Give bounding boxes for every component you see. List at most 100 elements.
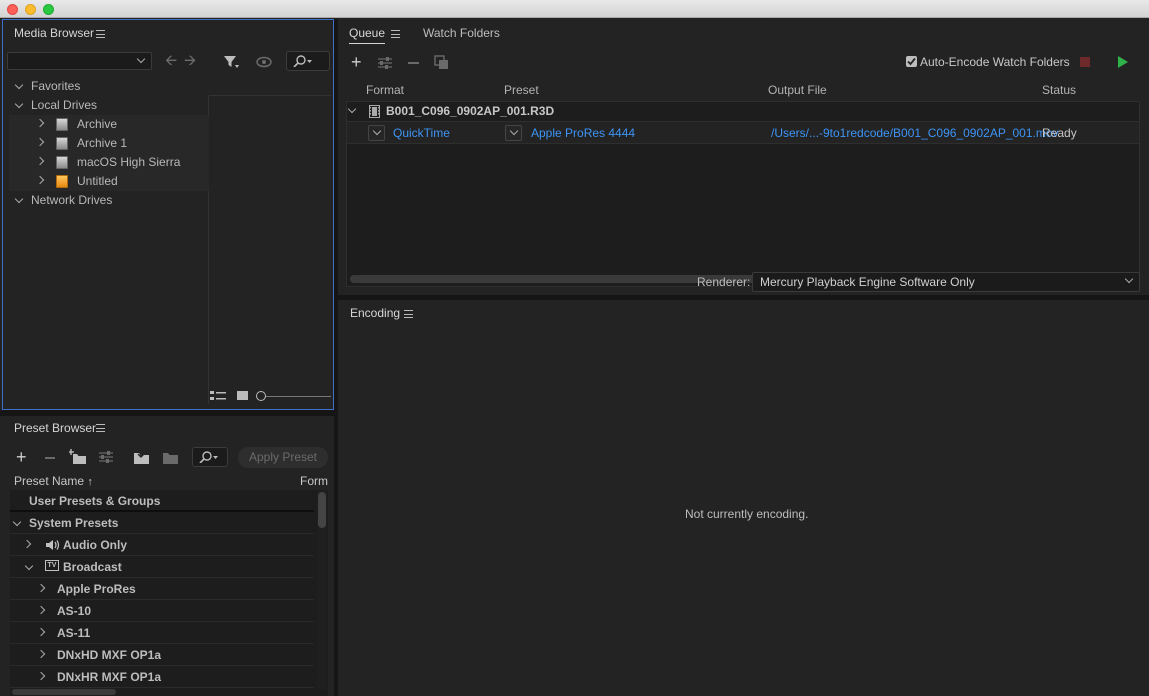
search-icon: [293, 55, 312, 67]
chevron-down-icon: [372, 126, 382, 136]
encoding-empty-message: Not currently encoding.: [685, 507, 809, 521]
sort-ascending-icon: ↑: [87, 476, 93, 488]
filter-icon[interactable]: [223, 54, 239, 70]
minimize-window-button[interactable]: [25, 4, 36, 15]
hard-drive-icon: [56, 156, 68, 169]
tree-item-drive[interactable]: Archive 1: [12, 134, 207, 153]
apply-preset-button[interactable]: Apply Preset: [238, 447, 328, 468]
queue-source-row[interactable]: B001_C096_0902AP_001.R3D: [347, 102, 1139, 122]
chevron-right-icon: [36, 627, 46, 637]
window-titlebar: [0, 0, 1149, 18]
new-preset-icon[interactable]: +: [16, 448, 27, 466]
preset-search-input[interactable]: [192, 447, 228, 467]
queue-menu-icon[interactable]: [391, 30, 400, 38]
close-window-button[interactable]: [7, 4, 18, 15]
back-arrow-icon[interactable]: 🡨: [165, 53, 177, 68]
chevron-down-icon: [14, 80, 24, 90]
queue-panel: Queue Watch Folders + Auto-Encode Watch …: [338, 19, 1149, 295]
renderer-value: Mercury Playback Engine Software Only: [760, 275, 975, 289]
encoding-menu-icon[interactable]: [404, 310, 413, 318]
column-header-format[interactable]: Format: [366, 83, 404, 97]
search-icon: [199, 451, 218, 463]
source-file-name: B001_C096_0902AP_001.R3D: [386, 104, 555, 118]
chevron-right-icon: [36, 605, 46, 615]
preset-browser-panel: Preset Browser + Apply Preset Preset Nam…: [2, 416, 334, 696]
preset-name-header-label: Preset Name: [14, 474, 85, 488]
chevron-down-icon: [24, 561, 34, 571]
output-preset-link[interactable]: Apple ProRes 4444: [531, 126, 635, 140]
row-label: Apple ProRes: [57, 582, 136, 596]
output-format-link[interactable]: QuickTime: [393, 126, 450, 140]
row-label: Audio Only: [63, 538, 127, 552]
column-header-format[interactable]: Form: [300, 474, 328, 488]
preset-subcategory-dnxhr[interactable]: DNxHR MXF OP1a: [10, 666, 314, 688]
import-preset-icon[interactable]: [132, 449, 150, 465]
tree-item-drive[interactable]: Archive: [12, 115, 207, 134]
preset-settings-icon[interactable]: [98, 450, 114, 464]
preset-category-broadcast[interactable]: TV Broadcast: [10, 556, 314, 578]
export-preset-icon[interactable]: [161, 449, 179, 465]
queue-list: B001_C096_0902AP_001.R3D QuickTime Apple…: [346, 101, 1140, 287]
row-label: DNxHR MXF OP1a: [57, 670, 162, 684]
remove-icon[interactable]: [408, 62, 419, 64]
hard-drive-icon: [56, 118, 68, 131]
horizontal-scrollbar[interactable]: [12, 689, 116, 695]
media-search-input[interactable]: [286, 51, 330, 71]
preset-browser-menu-icon[interactable]: [96, 424, 105, 432]
new-group-icon[interactable]: [69, 449, 87, 465]
preset-subcategory-as10[interactable]: AS-10: [10, 600, 314, 622]
media-browser-menu-icon[interactable]: [96, 30, 105, 38]
forward-arrow-icon[interactable]: 🡪: [184, 53, 196, 68]
icon-view-icon[interactable]: [237, 391, 248, 400]
format-dropdown-button[interactable]: [368, 125, 385, 141]
tree-item-drive[interactable]: Untitled: [12, 172, 207, 191]
zoom-slider-track[interactable]: [266, 396, 331, 397]
remove-preset-icon[interactable]: [45, 457, 55, 459]
hard-drive-icon: [56, 137, 68, 150]
scrollbar-thumb[interactable]: [318, 492, 326, 528]
duplicate-icon[interactable]: [434, 55, 450, 71]
row-label: AS-11: [57, 626, 91, 640]
zoom-slider-handle[interactable]: [256, 391, 266, 401]
chevron-right-icon: [35, 175, 45, 185]
queue-output-row[interactable]: QuickTime Apple ProRes 4444 /Users/...-9…: [347, 122, 1139, 144]
tv-icon: TV: [45, 560, 59, 571]
chevron-down-icon: [12, 517, 22, 527]
preset-subcategory-dnxhd[interactable]: DNxHD MXF OP1a: [10, 644, 314, 666]
tree-item-drive[interactable]: macOS High Sierra: [12, 153, 207, 172]
chevron-right-icon: [36, 649, 46, 659]
chevron-right-icon: [35, 137, 45, 147]
preset-group-system-presets[interactable]: System Presets: [10, 512, 314, 534]
tree-label: Archive: [77, 117, 118, 131]
column-header-status[interactable]: Status: [1042, 83, 1076, 97]
tab-queue[interactable]: Queue: [349, 26, 386, 44]
column-header-output-file[interactable]: Output File: [768, 83, 827, 97]
row-label: DNxHD MXF OP1a: [57, 648, 162, 662]
list-view-icon[interactable]: [209, 390, 227, 402]
media-contents-area: [210, 95, 331, 404]
chevron-right-icon: [36, 671, 46, 681]
start-queue-button[interactable]: [1117, 56, 1129, 68]
preset-group-user-presets[interactable]: User Presets & Groups: [10, 490, 314, 512]
renderer-select[interactable]: Mercury Playback Engine Software Only: [752, 272, 1140, 292]
preset-dropdown-button[interactable]: [505, 125, 522, 141]
renderer-label: Renderer:: [697, 275, 751, 289]
add-source-icon[interactable]: +: [351, 53, 362, 71]
preset-subcategory-apple-prores[interactable]: Apple ProRes: [10, 578, 314, 600]
settings-sliders-icon[interactable]: [377, 56, 393, 70]
film-clip-icon: [369, 105, 380, 118]
eye-icon[interactable]: [256, 56, 272, 68]
location-dropdown[interactable]: [7, 52, 152, 70]
preset-subcategory-as11[interactable]: AS-11: [10, 622, 314, 644]
vertical-scrollbar[interactable]: [317, 490, 327, 690]
auto-encode-checkbox[interactable]: [906, 56, 917, 67]
preset-category-audio-only[interactable]: Audio Only: [10, 534, 314, 556]
media-browser-panel: Media Browser 🡨 🡪 Favorites Local Drives…: [2, 19, 334, 410]
maximize-window-button[interactable]: [43, 4, 54, 15]
stop-queue-button[interactable]: [1080, 57, 1090, 67]
column-header-preset-name[interactable]: Preset Name ↑: [14, 474, 93, 488]
output-file-link[interactable]: /Users/...-9to1redcode/B001_C096_0902AP_…: [771, 126, 1059, 140]
encoding-panel: Encoding Not currently encoding.: [338, 300, 1149, 696]
tab-watch-folders[interactable]: Watch Folders: [423, 26, 500, 40]
column-header-preset[interactable]: Preset: [504, 83, 539, 97]
